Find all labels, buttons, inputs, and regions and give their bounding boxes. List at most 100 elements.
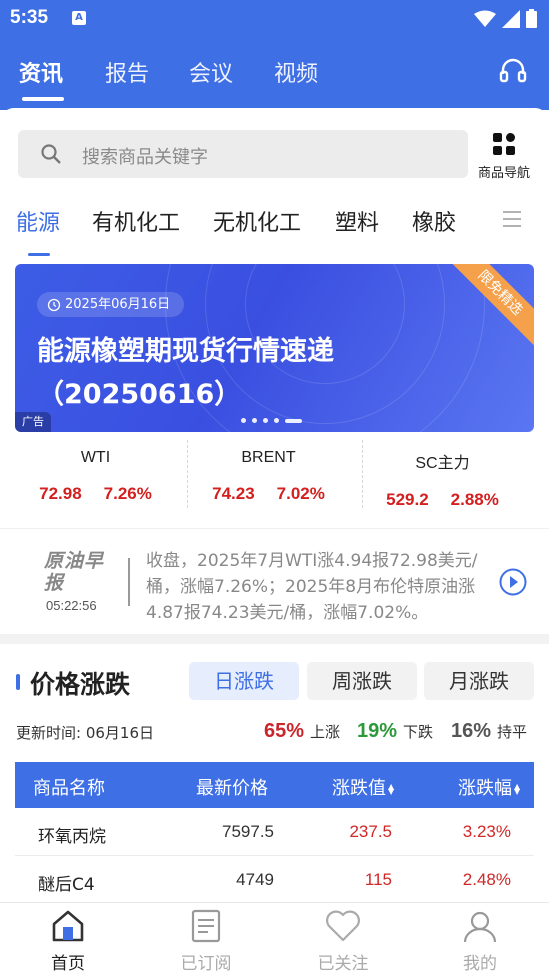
morning-report-time: 05:22:56 [46,598,97,613]
carousel-dots [241,418,302,423]
category-tab-plastics[interactable]: 塑料 [335,205,379,237]
morning-report-divider [128,558,130,606]
search-input[interactable]: 搜索商品关键字 [18,130,468,178]
battery-icon [526,9,537,28]
quote-brent[interactable]: BRENT 74.23 7.02% [181,440,356,510]
bottom-nav: 首页 已订阅 已关注 我的 [0,902,549,976]
row-price: 7597.5 [222,822,274,841]
col-name[interactable]: 商品名称 [33,774,105,800]
banner-title: 能源橡塑期现货行情速递（20250616） [37,336,334,410]
row-change: 237.5 [349,822,392,841]
row-name: 醚后C4 [38,875,95,895]
wifi-icon [474,10,496,27]
quote-price: 72.98 [39,484,82,503]
banner-date: 2025年06月16日 [37,292,185,317]
ad-label: 广告 [15,412,51,432]
nav-followed[interactable]: 已关注 [303,909,383,974]
stat-down-pct: 19% [357,720,398,742]
col-pct-label: 涨跌幅 [458,778,512,799]
stat-up-pct: 65% [264,720,305,742]
notification-a-icon: A [72,11,86,25]
nav-subscribed-label: 已订阅 [180,954,232,974]
promo-banner[interactable]: 2025年06月16日 能源橡塑期现货行情速递（20250616） 限免精选 广… [15,264,534,432]
menu-icon[interactable] [503,210,521,228]
tab-daily[interactable]: 日涨跌 [189,662,299,700]
quote-name: SC主力 [415,455,470,472]
stat-up-label: 上涨 [310,723,341,741]
quote-sc[interactable]: SC主力 529.2 2.88% [355,440,530,510]
update-time: 更新时间: 06月16日 [16,724,154,742]
nav-home[interactable]: 首页 [28,909,108,974]
carousel-dot[interactable] [241,418,246,423]
signal-icon [502,9,520,28]
carousel-dot[interactable] [263,418,268,423]
section-gap [0,634,549,644]
sort-icon: ▲ ▼ [514,782,521,796]
search-icon [41,144,61,164]
row-pct: 3.23% [462,822,511,841]
quote-name: WTI [80,449,111,466]
category-tab-inorganic[interactable]: 无机化工 [213,205,301,237]
status-time: 5:35 [10,7,49,28]
document-icon [191,909,221,943]
status-bar: 5:35 A [0,0,549,38]
col-change-label: 涨跌值 [332,778,386,799]
stat-flat: 16% 持平 [451,720,527,743]
morning-report-logo-text: 原油早报 [44,550,105,594]
row-pct: 2.48% [462,870,511,889]
user-icon [463,911,497,943]
col-pct[interactable]: 涨跌幅 ▲ ▼ [458,774,520,800]
nav-profile-label: 我的 [463,954,497,974]
quote-change: 2.88% [450,490,499,509]
morning-report-text[interactable]: 收盘，2025年7月WTI涨4.94报72.98美元/桶，涨幅7.26%；202… [146,548,478,620]
row-price: 4749 [236,870,274,889]
status-icons [474,9,537,28]
col-price[interactable]: 最新价格 [196,774,268,800]
nav-home-label: 首页 [51,954,85,974]
quote-wti[interactable]: WTI 72.98 7.26% [8,440,183,510]
divider [0,528,549,529]
section-accent-bar [16,674,20,690]
quote-price: 529.2 [386,490,429,509]
stat-down-label: 下跌 [403,723,434,741]
top-nav: 资讯 报告 会议 视频 [0,38,549,110]
headset-icon[interactable] [499,56,527,84]
clock-icon [47,298,61,311]
quote-change: 7.02% [276,484,325,503]
tab-news[interactable]: 资讯 [19,56,63,88]
category-tab-energy[interactable]: 能源 [16,205,60,237]
carousel-dot[interactable] [252,418,257,423]
quote-change: 7.26% [103,484,152,503]
goods-nav-button[interactable]: 商品导航 [474,132,534,181]
quote-name: BRENT [241,449,296,466]
nav-subscribed[interactable]: 已订阅 [166,909,246,974]
section-title: 价格涨跌 [30,670,131,699]
play-icon[interactable] [499,568,527,596]
category-tab-rubber[interactable]: 橡胶 [412,205,456,237]
nav-followed-label: 已关注 [317,954,369,974]
table-row[interactable]: 环氧丙烷 7597.5 237.5 3.23% [15,808,534,856]
col-change[interactable]: 涨跌值 ▲ ▼ [332,774,394,800]
carousel-dot-active[interactable] [285,418,302,423]
stat-up: 65% 上涨 [264,720,340,743]
category-tab-organic[interactable]: 有机化工 [92,205,180,237]
sort-icon: ▲ ▼ [388,782,395,796]
row-name: 环氧丙烷 [38,827,106,847]
stat-flat-label: 持平 [497,723,528,741]
morning-report-logo: 原油早报 [44,550,104,594]
goods-nav-label: 商品导航 [477,166,530,181]
home-icon [52,910,84,942]
nav-profile[interactable]: 我的 [440,909,520,974]
tab-meetings[interactable]: 会议 [189,56,233,88]
grid-icon [493,133,515,155]
tab-videos[interactable]: 视频 [274,56,318,88]
active-tab-indicator [22,97,64,101]
table-header: 商品名称 最新价格 涨跌值 ▲ ▼ 涨跌幅 ▲ ▼ [15,762,534,808]
tab-weekly[interactable]: 周涨跌 [307,662,417,700]
carousel-dot[interactable] [274,418,279,423]
table-row[interactable]: 醚后C4 4749 115 2.48% [15,856,534,904]
search-placeholder: 搜索商品关键字 [82,147,208,168]
tab-monthly[interactable]: 月涨跌 [424,662,534,700]
heart-icon [326,910,360,942]
tab-reports[interactable]: 报告 [105,56,149,88]
